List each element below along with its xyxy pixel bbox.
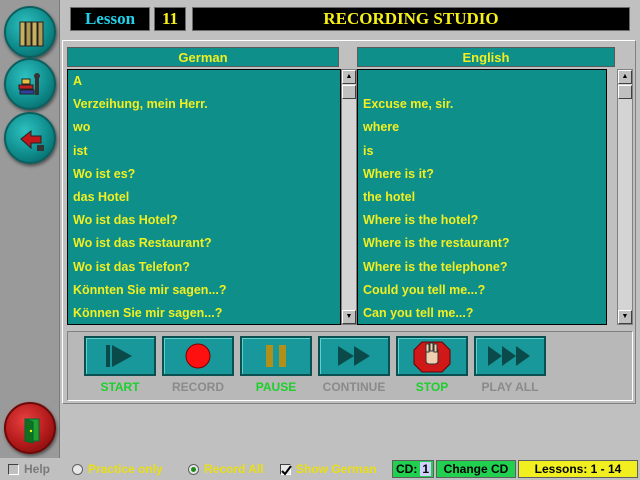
play-all-icon [488, 346, 530, 366]
return-button[interactable] [4, 112, 56, 164]
german-phrase[interactable]: wo [68, 116, 340, 139]
scroll-down-arrow-icon[interactable]: ▼ [618, 310, 632, 324]
german-scrollbar[interactable]: ▲ ▼ [341, 69, 357, 325]
german-phrase[interactable]: das Hotel [68, 186, 340, 209]
play-all-label: PLAY ALL [481, 380, 539, 394]
status-bar: Help Practice only Record All Show Germa… [0, 458, 640, 480]
pause-icon [266, 345, 286, 367]
radio-selected-icon [188, 463, 199, 475]
pause-button[interactable] [240, 336, 312, 376]
show-german-checkbox[interactable]: Show German [280, 461, 377, 477]
english-phrase[interactable]: Excuse me, sir. [358, 93, 606, 116]
english-phrase[interactable]: the hotel [358, 186, 606, 209]
cd-indicator: CD: 1 [392, 460, 434, 478]
scroll-thumb[interactable] [618, 85, 632, 99]
record-all-label: Record All [204, 462, 264, 476]
german-phrase[interactable]: Wo ist das Restaurant? [68, 232, 340, 255]
radio-icon [72, 463, 83, 475]
german-phrase[interactable]: Könnten Sie mir sagen...? [68, 279, 340, 302]
checkbox-icon [8, 463, 19, 475]
practice-only-label: Practice only [88, 462, 163, 476]
english-phrase-list[interactable]: Excuse me, sir. where is Where is it? th… [357, 69, 607, 325]
help-label: Help [24, 462, 51, 476]
phrase-panel: German English A Verzeihung, mein Herr. … [62, 40, 636, 404]
german-phrase-list[interactable]: A Verzeihung, mein Herr. wo ist Wo ist e… [67, 69, 341, 325]
change-cd-button[interactable]: Change CD [436, 460, 516, 478]
exit-door-icon [24, 418, 40, 444]
recording-controls: START RECORD PAUSE CONTINUE STOP PLAY AL… [67, 331, 633, 401]
pause-label: PAUSE [255, 380, 297, 394]
english-phrase[interactable]: is [358, 140, 606, 163]
library-button[interactable] [4, 6, 56, 58]
scroll-down-arrow-icon[interactable]: ▼ [342, 310, 356, 324]
german-phrase[interactable]: A [68, 70, 340, 93]
show-german-label: Show German [296, 462, 377, 476]
start-label: START [100, 380, 140, 394]
cd-value: 1 [420, 462, 432, 476]
record-label: RECORD [171, 380, 224, 394]
page-title: RECORDING STUDIO [192, 7, 630, 31]
cd-label: CD: [396, 462, 418, 476]
english-column-header: English [357, 47, 615, 67]
stop-label: STOP [415, 380, 449, 394]
study-tools-button[interactable] [4, 58, 56, 110]
german-phrase[interactable]: ist [68, 140, 340, 163]
lesson-label: Lesson [70, 7, 150, 31]
practice-only-radio[interactable]: Practice only [72, 461, 163, 477]
return-icon [20, 129, 44, 151]
stop-hand-icon [413, 341, 451, 373]
english-scrollbar[interactable]: ▲ ▼ [617, 69, 633, 325]
german-phrase[interactable]: Können Sie mir sagen...? [68, 302, 340, 324]
start-button[interactable] [84, 336, 156, 376]
lessons-range: Lessons: 1 - 14 [518, 460, 638, 478]
german-phrase[interactable]: Wo ist es? [68, 163, 340, 186]
scroll-up-arrow-icon[interactable]: ▲ [342, 70, 356, 84]
scroll-up-arrow-icon[interactable]: ▲ [618, 70, 632, 84]
record-button[interactable] [162, 336, 234, 376]
play-all-button[interactable] [474, 336, 546, 376]
english-phrase[interactable]: Where is it? [358, 163, 606, 186]
continue-label: CONTINUE [322, 380, 386, 394]
books-icon [19, 21, 44, 47]
german-phrase[interactable]: Wo ist das Telefon? [68, 256, 340, 279]
english-phrase[interactable]: Where is the telephone? [358, 256, 606, 279]
english-phrase[interactable]: Can you tell me...? [358, 302, 606, 324]
stop-button[interactable] [396, 336, 468, 376]
german-phrase[interactable]: Wo ist das Hotel? [68, 209, 340, 232]
help-checkbox[interactable]: Help [8, 461, 50, 477]
record-all-radio[interactable]: Record All [188, 461, 264, 477]
english-phrase[interactable]: Where is the restaurant? [358, 232, 606, 255]
german-phrase[interactable]: Verzeihung, mein Herr. [68, 93, 340, 116]
start-icon [106, 345, 132, 367]
record-icon [185, 343, 211, 369]
english-phrase[interactable]: Could you tell me...? [358, 279, 606, 302]
left-rail [0, 0, 60, 462]
lesson-number: 11 [154, 7, 186, 31]
study-tools-icon [18, 73, 40, 95]
header-bar: Lesson 11 RECORDING STUDIO [62, 0, 640, 38]
exit-button[interactable] [4, 402, 56, 454]
scroll-thumb[interactable] [342, 85, 356, 99]
continue-icon [338, 346, 370, 366]
english-phrase[interactable]: Where is the hotel? [358, 209, 606, 232]
english-phrase[interactable] [358, 70, 606, 93]
german-column-header: German [67, 47, 339, 67]
english-phrase[interactable]: where [358, 116, 606, 139]
checkmark-icon [280, 463, 292, 476]
continue-button[interactable] [318, 336, 390, 376]
